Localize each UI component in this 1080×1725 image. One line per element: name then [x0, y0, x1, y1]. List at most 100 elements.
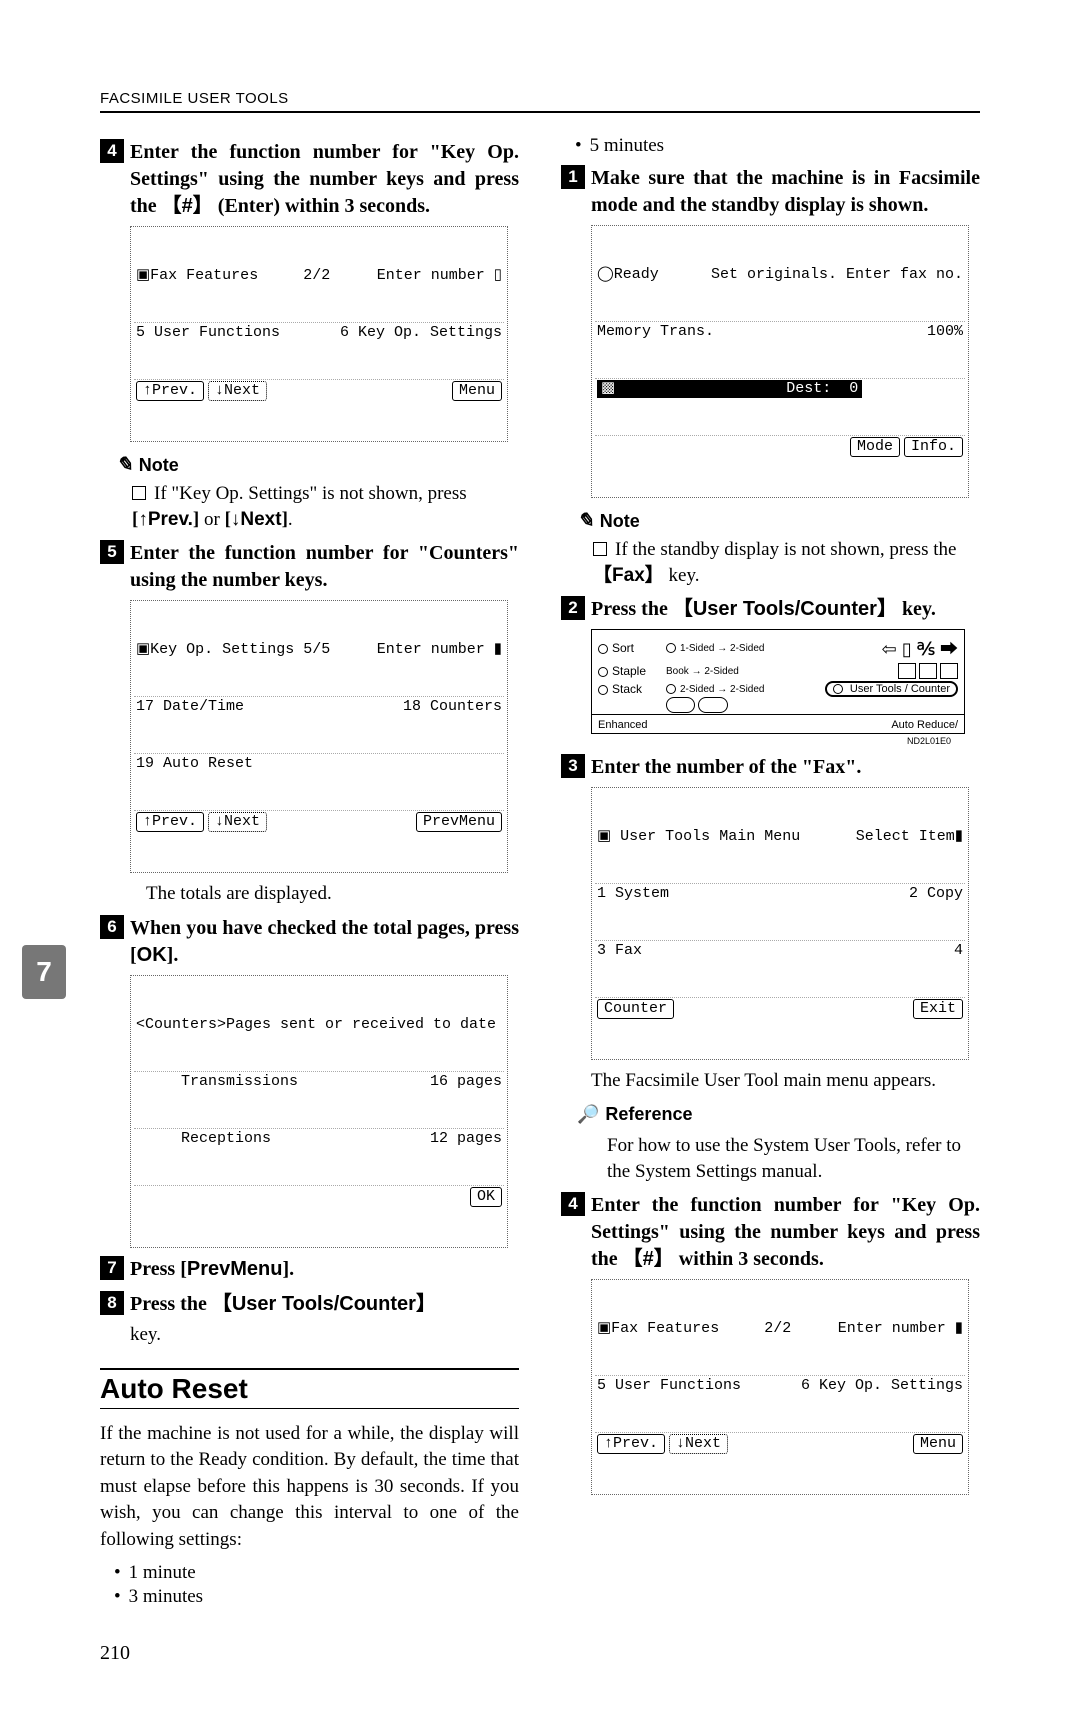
- step-4-text-b: (Enter) within 3 seconds.: [213, 195, 430, 217]
- step-2-text-b: key.: [897, 598, 936, 620]
- left-column: 4 Enter the function number for "Key Op.…: [100, 131, 519, 1614]
- note-text-b: key.: [664, 565, 700, 586]
- user-tools-key: User Tools/Counter: [212, 1293, 436, 1315]
- pencil-icon: ✎: [577, 508, 594, 533]
- prevmenu-button[interactable]: PrevMenu: [416, 812, 502, 832]
- lcd-user-tools-menu: ▣ User Tools Main MenuSelect Item▮ 1 Sys…: [591, 787, 969, 1060]
- note-heading: ✎ Note: [116, 452, 519, 477]
- user-tools-counter-button[interactable]: User Tools / Counter: [825, 681, 958, 697]
- lcd-ready: ◯Ready Set originals. Enter fax no. Memor…: [591, 225, 969, 498]
- interval-list-cont: 5 minutes: [575, 135, 980, 157]
- next-button[interactable]: ↓Next: [208, 812, 267, 832]
- running-header: FACSIMILE USER TOOLS: [100, 90, 980, 113]
- step-8-number: 8: [100, 1291, 124, 1315]
- note-text-a: If the standby display is not shown, pre…: [615, 539, 956, 560]
- list-item: 1 minute: [114, 1562, 519, 1584]
- info-button[interactable]: Info.: [904, 437, 963, 457]
- lcd-item: 5 User Functions: [136, 324, 280, 342]
- panel-label: Stack: [612, 682, 642, 696]
- step-4-number: 4: [100, 139, 124, 163]
- prev-key-label: ↑Prev.: [138, 509, 193, 530]
- step-4r-text-b: within 3 seconds.: [674, 1248, 824, 1270]
- step-5-number: 5: [100, 540, 124, 564]
- step-8-text: Press the User Tools/Counter: [130, 1291, 436, 1318]
- prev-button[interactable]: ↑Prev.: [136, 812, 204, 832]
- led-icon: [666, 643, 676, 653]
- panel-mode-label: 2-Sided → 2-Sided: [680, 684, 765, 695]
- tray-icon: [919, 663, 937, 679]
- panel-slot: [666, 697, 695, 713]
- lcd-value: 12 pages: [430, 1130, 502, 1148]
- next-button[interactable]: ↓Next: [208, 381, 267, 401]
- section-heading-auto-reset: Auto Reset: [100, 1368, 519, 1409]
- lcd-title: ▣Fax Features 2/2: [136, 267, 330, 285]
- checkbox-icon: [132, 486, 146, 500]
- pencil-icon: ✎: [116, 452, 133, 477]
- prev-button[interactable]: ↑Prev.: [597, 1434, 665, 1454]
- exit-button[interactable]: Exit: [913, 999, 963, 1019]
- step-4r-number: 4: [561, 1192, 585, 1216]
- ok-key-label: OK: [137, 944, 167, 966]
- lcd-label: Receptions: [136, 1130, 271, 1148]
- lcd-item: 19 Auto Reset: [136, 755, 253, 773]
- reference-heading: 🔎Reference: [577, 1104, 980, 1125]
- lcd-fax-features: ▣Fax Features 2/2 Enter number ▯ 5 User F…: [130, 226, 508, 442]
- totals-text: The totals are displayed.: [146, 881, 519, 907]
- arrow-icons: ⇦ ▯ ℁ ⮕: [882, 635, 958, 661]
- tray-icon: [940, 663, 958, 679]
- lcd-item: 4: [954, 942, 963, 960]
- lcd-item: 18 Counters: [403, 698, 502, 716]
- prevmenu-key-label: PrevMenu: [187, 1258, 283, 1280]
- ok-button[interactable]: OK: [470, 1187, 502, 1207]
- lcd-counters: <Counters>Pages sent or received to date…: [130, 975, 508, 1248]
- step-8-tail: key.: [130, 1322, 519, 1348]
- lcd-status: ◯Ready: [597, 266, 659, 284]
- lcd-title: ▣Key Op. Settings 5/5: [136, 641, 330, 659]
- step-8-text-a: Press the: [130, 1293, 212, 1315]
- step-5-text: Enter the function number for "Counters"…: [130, 540, 519, 594]
- panel-button-label: User Tools / Counter: [850, 683, 950, 695]
- interval-list: 1 minute 3 minutes: [114, 1562, 519, 1608]
- menu-button[interactable]: Menu: [913, 1434, 963, 1454]
- lcd-instruction: Set originals. Enter fax no.: [711, 266, 963, 284]
- step-2-number: 2: [561, 596, 585, 620]
- menu-button[interactable]: Menu: [452, 381, 502, 401]
- step-1-number: 1: [561, 165, 585, 189]
- lcd-prompt: Enter number ▯: [377, 267, 502, 285]
- led-icon: [598, 685, 608, 695]
- lcd-item: 17 Date/Time: [136, 698, 244, 716]
- list-item: 5 minutes: [575, 135, 980, 157]
- lcd-prompt: Select Item▮: [856, 828, 963, 846]
- lcd-dest: ▩ Dest: 0: [597, 380, 862, 398]
- counter-button[interactable]: Counter: [597, 999, 674, 1019]
- led-icon: [598, 644, 608, 654]
- list-item: 3 minutes: [114, 1586, 519, 1608]
- lcd-prompt: Enter number ▮: [838, 1320, 963, 1338]
- next-button[interactable]: ↓Next: [669, 1434, 728, 1454]
- step-3-text: Enter the number of the "Fax".: [591, 754, 861, 781]
- step-2-text: Press the User Tools/Counter key.: [591, 596, 936, 623]
- fax-key-label: Fax: [593, 565, 664, 586]
- lcd-title: <Counters>Pages sent or received to date: [136, 1016, 496, 1034]
- step-4r-text: Enter the function number for "Key Op. S…: [591, 1192, 980, 1273]
- panel-mode-label: 1-Sided → 2-Sided: [680, 643, 765, 654]
- panel-label: Staple: [612, 664, 646, 678]
- mode-button[interactable]: Mode: [850, 437, 900, 457]
- step-1-text: Make sure that the machine is in Facsimi…: [591, 165, 980, 219]
- magnifier-icon: 🔎: [577, 1104, 599, 1125]
- reference-body: For how to use the System User Tools, re…: [607, 1133, 980, 1184]
- lcd-key-op: ▣Key Op. Settings 5/5Enter number ▮ 17 D…: [130, 600, 508, 873]
- led-icon: [598, 667, 608, 677]
- lcd-value: 100%: [927, 323, 963, 341]
- step-6-number: 6: [100, 915, 124, 939]
- lcd-item: 5 User Functions: [597, 1377, 741, 1395]
- prev-button[interactable]: ↑Prev.: [136, 381, 204, 401]
- right-column: 5 minutes 1 Make sure that the machine i…: [561, 131, 980, 1614]
- lcd-item: 1 System: [597, 885, 669, 903]
- lcd-value: 16 pages: [430, 1073, 502, 1091]
- note-text-a: If "Key Op. Settings" is not shown, pres…: [154, 483, 467, 504]
- note-label: Note: [139, 455, 179, 476]
- lcd-label: Memory Trans.: [597, 323, 714, 341]
- auto-reset-paragraph: If the machine is not used for a while, …: [100, 1421, 519, 1554]
- note-or: or: [199, 509, 224, 530]
